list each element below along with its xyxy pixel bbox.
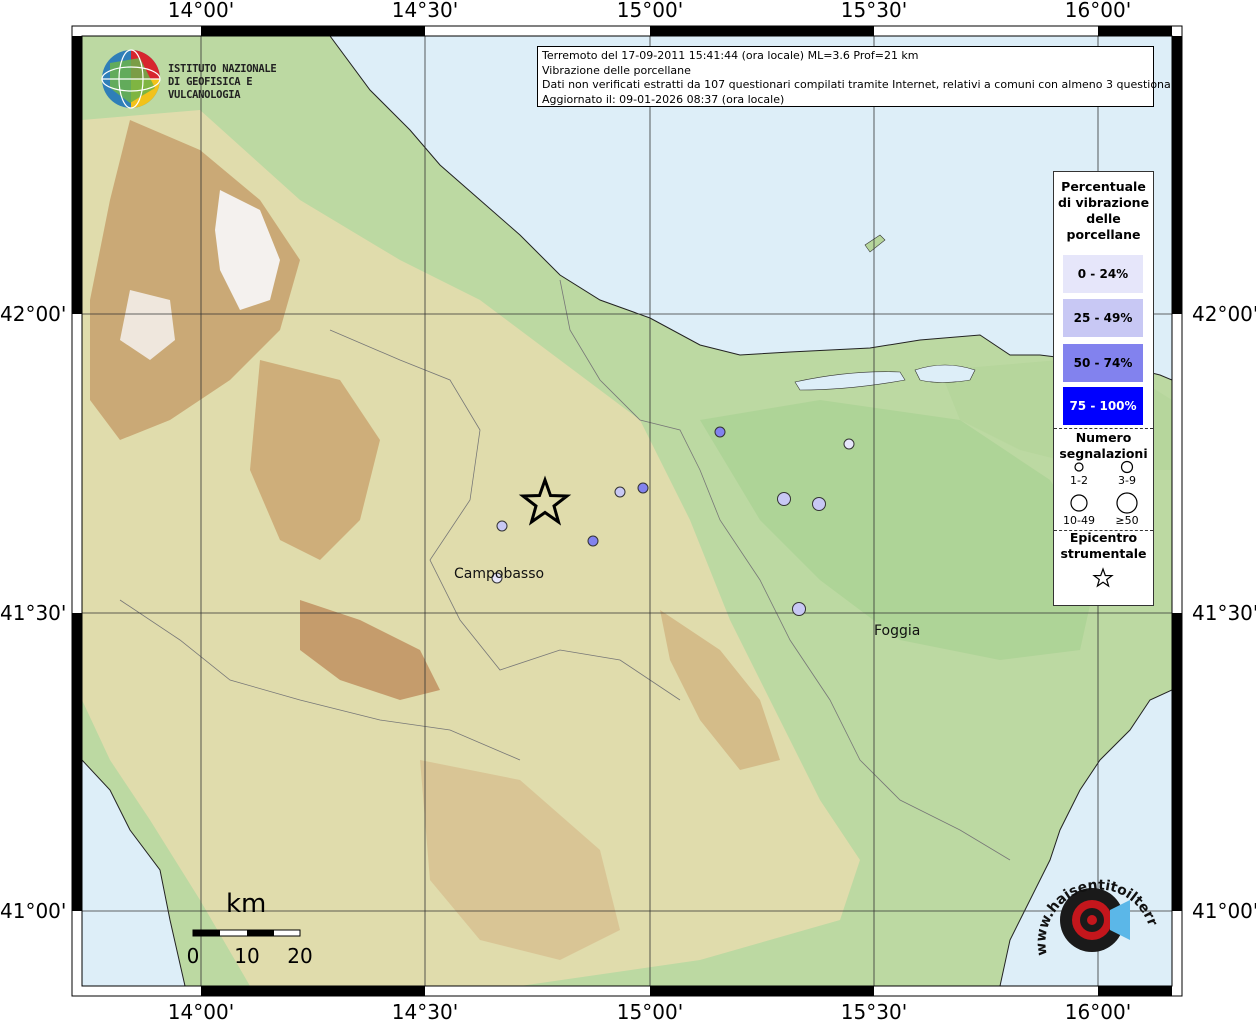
city-label-campobasso: Campobasso bbox=[454, 566, 545, 582]
legend-class-75-100: 75 - 100% bbox=[1063, 387, 1143, 425]
legend-title-line: delle bbox=[1086, 211, 1121, 226]
event-info-box: Terremoto del 17-09-2011 15:41:44 (ora l… bbox=[537, 46, 1182, 107]
epicenter-title-line: Epicentro bbox=[1069, 530, 1138, 545]
lon-label-bottom: 15°00' bbox=[616, 1000, 684, 1024]
legend-title-line: Percentuale bbox=[1061, 179, 1146, 194]
count-label: 10-49 bbox=[1063, 514, 1095, 527]
epicenter-title-line: strumentale bbox=[1060, 546, 1147, 561]
size-symbol-xlarge bbox=[1116, 492, 1138, 514]
update-time: Aggiornato il: 09-01-2026 08:37 (ora loc… bbox=[542, 92, 785, 106]
map-parameter: Vibrazione delle porcellane bbox=[542, 63, 691, 77]
ingv-logo: ISTITUTO NAZIONALE DI GEOFISICA E VULCAN… bbox=[100, 48, 330, 110]
map-terrain bbox=[82, 36, 1172, 986]
survey-point bbox=[614, 486, 626, 498]
survey-point bbox=[843, 438, 855, 450]
survey-point bbox=[587, 535, 599, 547]
survey-point bbox=[714, 426, 726, 438]
survey-point bbox=[777, 492, 791, 506]
epicenter-legend-title: Epicentro strumentale bbox=[1054, 530, 1153, 562]
survey-point bbox=[812, 497, 826, 511]
lat-label-left: 41°00' bbox=[0, 899, 67, 923]
count-label: ≥50 bbox=[1115, 514, 1139, 527]
lat-label-right: 41°00' bbox=[1192, 899, 1256, 923]
globe-icon bbox=[101, 49, 161, 109]
lon-label-top: 15°30' bbox=[840, 0, 908, 22]
legend-title-line: porcellane bbox=[1066, 227, 1141, 242]
lon-label-bottom: 15°30' bbox=[840, 1000, 908, 1024]
legend: Percentuale di vibrazione delle porcella… bbox=[1053, 171, 1154, 606]
size-symbol-large bbox=[1070, 494, 1088, 512]
lon-label-bottom: 16°00' bbox=[1064, 1000, 1132, 1024]
logo-line: ISTITUTO NAZIONALE bbox=[168, 63, 277, 75]
scale-tick: 20 bbox=[287, 944, 313, 968]
count-label: 1-2 bbox=[1070, 474, 1088, 487]
lon-label-top: 15°00' bbox=[616, 0, 684, 22]
scale-unit: km bbox=[226, 889, 267, 919]
lake-varano bbox=[914, 364, 976, 383]
scale-bar bbox=[192, 929, 301, 937]
legend-title-line: di vibrazione bbox=[1057, 195, 1150, 210]
survey-point bbox=[496, 520, 508, 532]
star-icon bbox=[1092, 567, 1114, 588]
lat-label-right: 42°00' bbox=[1192, 302, 1256, 326]
legend-class-50-74: 50 - 74% bbox=[1063, 344, 1143, 382]
lat-label-right: 41°30' bbox=[1192, 601, 1256, 625]
survey-point bbox=[637, 482, 649, 494]
lon-label-top: 16°00' bbox=[1064, 0, 1132, 22]
data-note: Dati non verificati estratti da 107 ques… bbox=[542, 78, 1182, 91]
size-symbol-small bbox=[1074, 462, 1084, 472]
legend-class-25-49: 25 - 49% bbox=[1063, 299, 1143, 337]
legend-title: Percentuale di vibrazione delle porcella… bbox=[1054, 179, 1153, 243]
scale-tick: 10 bbox=[234, 944, 260, 968]
lon-label-bottom: 14°00' bbox=[167, 1000, 235, 1024]
count-label: 3-9 bbox=[1118, 474, 1136, 487]
city-label-foggia: Foggia bbox=[874, 623, 921, 639]
survey-point bbox=[792, 602, 806, 616]
haisentito-badge: www.haisentitoilterremoto.it bbox=[1025, 848, 1162, 980]
lon-label-bottom: 14°30' bbox=[391, 1000, 459, 1024]
size-symbol-medium bbox=[1120, 460, 1134, 474]
lat-label-left: 42°00' bbox=[0, 302, 67, 326]
target-logo-icon: www.haisentitoilterremoto.it bbox=[1025, 848, 1161, 957]
lon-label-top: 14°30' bbox=[391, 0, 459, 22]
legend-divider bbox=[1054, 428, 1153, 429]
lon-label-top: 14°00' bbox=[167, 0, 235, 22]
lat-label-left: 41°30' bbox=[0, 601, 67, 625]
event-title: Terremoto del 17-09-2011 15:41:44 (ora l… bbox=[542, 49, 919, 62]
logo-line: DI GEOFISICA E VULCANOLOGIA bbox=[168, 76, 253, 101]
count-title-line: Numero bbox=[1075, 430, 1132, 445]
legend-class-0-24: 0 - 24% bbox=[1063, 255, 1143, 293]
scale-tick: 0 bbox=[186, 944, 200, 968]
